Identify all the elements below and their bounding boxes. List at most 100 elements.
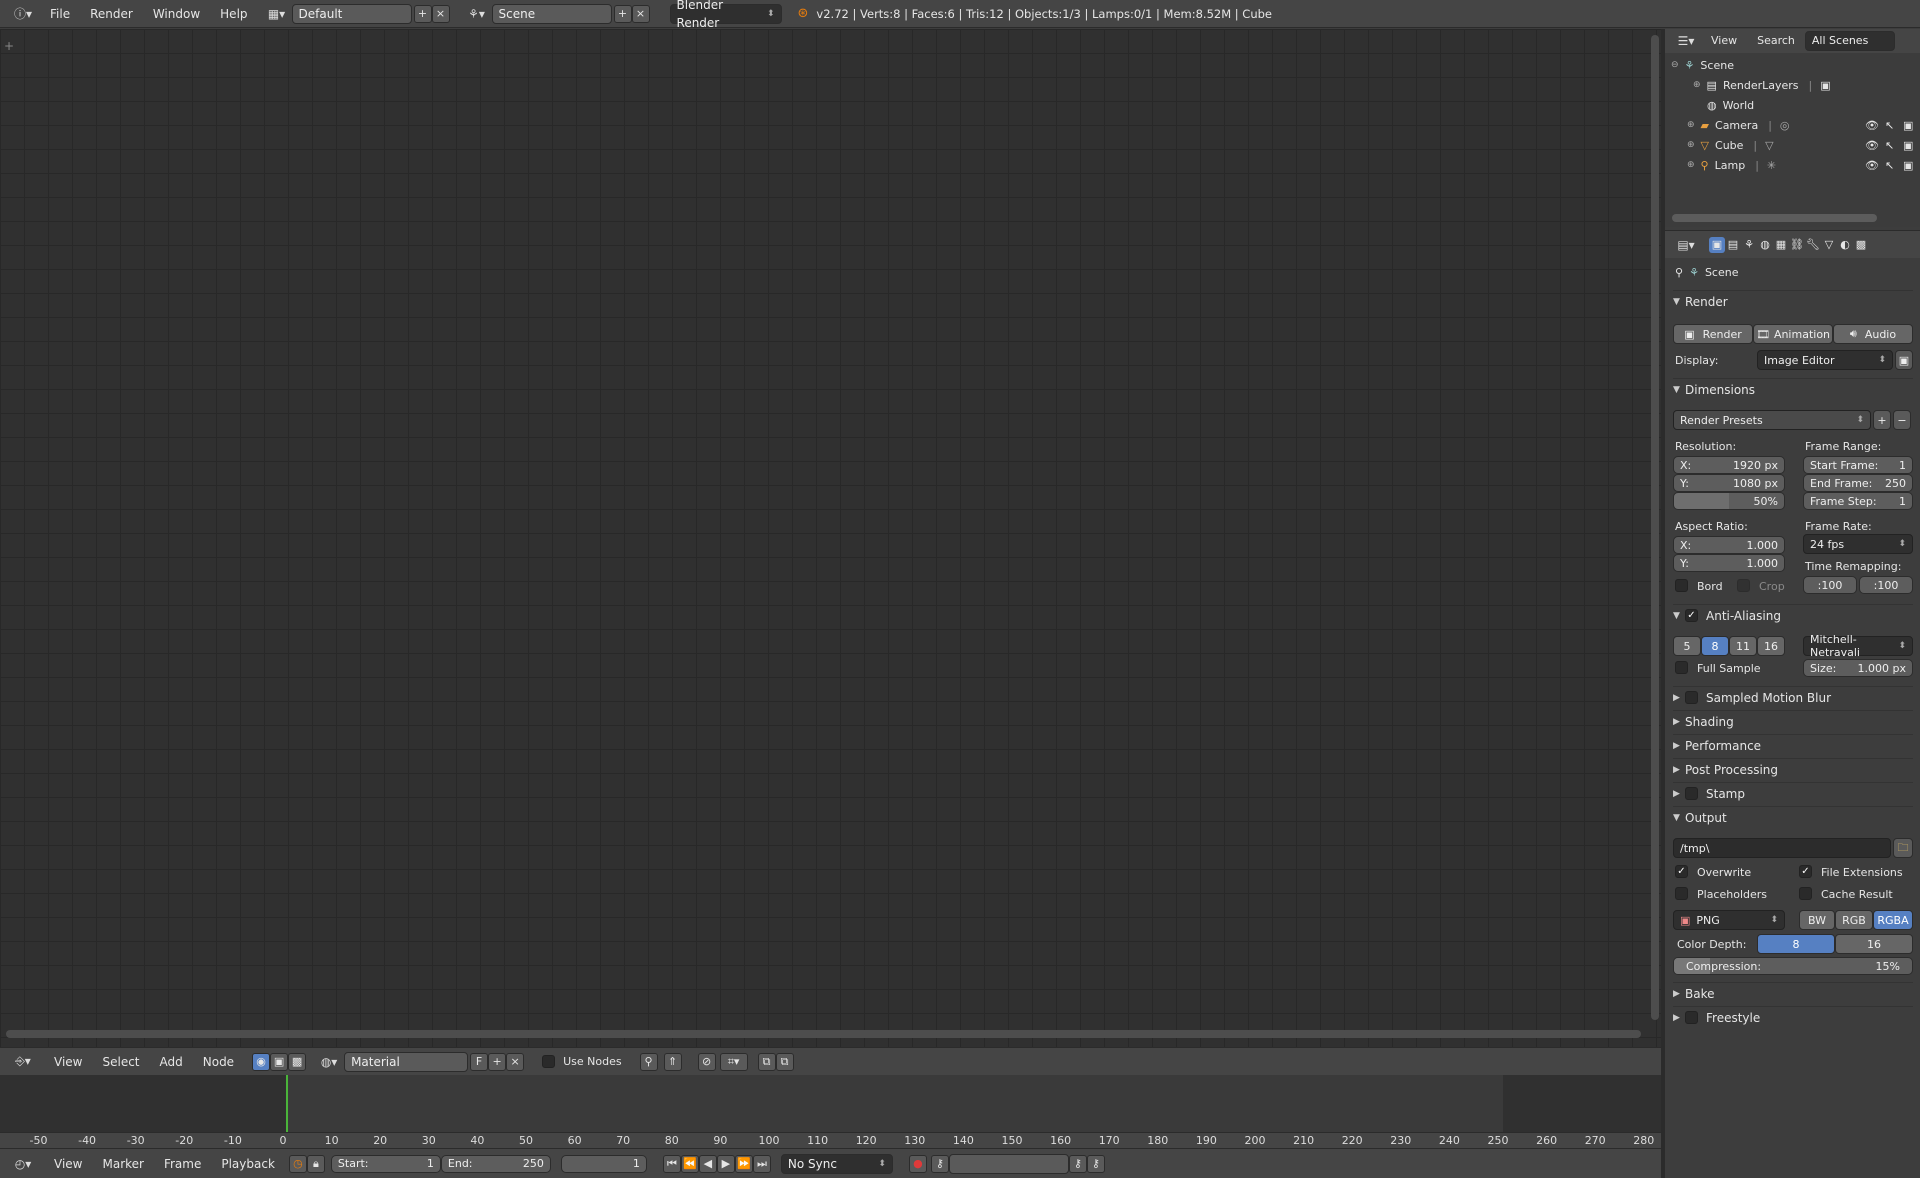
screen-layout-icon[interactable]: ▦▾ (262, 4, 292, 24)
render-engine-dropdown[interactable]: Blender Render ⬍ (669, 0, 782, 30)
remove-screen-icon[interactable]: × (431, 4, 450, 23)
panel-post-processing-title[interactable]: ▶ Post Processing (1673, 758, 1913, 780)
insert-keyframe-icon[interactable]: ⚷ (1068, 1154, 1087, 1173)
panel-shading-title[interactable]: ▶ Shading (1673, 710, 1913, 732)
texture-context-icon[interactable]: ▩ (1853, 237, 1869, 253)
selectable-cursor-icon[interactable]: ↖ (1885, 159, 1894, 172)
panel-anti-aliasing-title[interactable]: ▼ ✓ Anti-Aliasing (1673, 604, 1913, 626)
use-nodes-checkbox[interactable] (542, 1055, 556, 1068)
renderlayer-icon[interactable]: ▣ (1820, 79, 1830, 92)
timeline-ruler[interactable]: -50 -40 -30 -20 -10 0 10 20 30 40 50 60 70 80 90 100 110… (0, 1132, 1661, 1148)
remove-preset-icon[interactable]: − (1893, 410, 1911, 430)
play-icon[interactable]: ▶ (716, 1154, 735, 1173)
expand-icon[interactable]: ⊕ (1693, 80, 1701, 90)
color-mode-rgba-button[interactable]: RGBA (1873, 910, 1913, 930)
expand-icon[interactable]: ⊖ (1671, 60, 1679, 70)
outliner-horizontal-scrollbar[interactable] (1672, 214, 1877, 222)
outliner-row-renderlayers[interactable]: ⊕ ▤ RenderLayers | ▣ (1665, 75, 1920, 95)
visibility-eye-icon[interactable]: 👁︎ (1865, 139, 1879, 152)
preview-range-icon[interactable]: ◷ (288, 1154, 307, 1173)
outliner-row-scene[interactable]: ⊖ ⚘ Scene (1665, 55, 1920, 75)
add-material-icon[interactable]: + (488, 1052, 507, 1071)
paste-nodes-icon[interactable]: ⧉ (775, 1052, 794, 1071)
timeline-menu-playback[interactable]: Playback (211, 1150, 285, 1178)
render-button[interactable]: ▣ Render (1673, 324, 1753, 344)
outliner-row-camera[interactable]: ⊕ ▰ Camera | ◎ 👁︎ ↖ ▣ (1665, 115, 1920, 135)
info-editor-type-icon[interactable]: ⓘ▾ (6, 4, 40, 24)
node-menu-view[interactable]: View (44, 1048, 92, 1076)
texture-nodes-icon[interactable]: ▩ (288, 1052, 307, 1071)
aa-samples-8-button[interactable]: 8 (1701, 636, 1729, 656)
color-mode-bw-button[interactable]: BW (1799, 910, 1835, 930)
renderlayers-context-icon[interactable]: ▤ (1725, 237, 1741, 253)
node-menu-add[interactable]: Add (150, 1048, 193, 1076)
display-dropdown[interactable]: Image Editor ⬍ (1757, 350, 1893, 370)
fake-user-button[interactable]: F (470, 1052, 489, 1071)
selectable-cursor-icon[interactable]: ↖ (1885, 119, 1894, 132)
aa-filter-dropdown[interactable]: Mitchell-Netravali ⬍ (1803, 633, 1913, 659)
panel-sampled-motion-blur-title[interactable]: ▶ Sampled Motion Blur (1673, 686, 1913, 708)
placeholders-checkbox[interactable] (1675, 887, 1688, 900)
resolution-percentage-slider[interactable]: 50% (1673, 492, 1785, 510)
compositing-nodes-icon[interactable]: ▣ (270, 1052, 289, 1071)
pin-icon[interactable]: ⚲ (1675, 266, 1683, 279)
color-depth-8-button[interactable]: 8 (1757, 934, 1835, 954)
timeline-playhead[interactable] (286, 1075, 288, 1132)
properties-editor-type-icon[interactable]: ▤▾ (1671, 235, 1701, 255)
outliner-row-world[interactable]: ◍ World (1665, 95, 1920, 115)
aa-samples-5-button[interactable]: 5 (1673, 636, 1701, 656)
start-frame-field[interactable]: Start: 1 (330, 1154, 441, 1173)
menu-help[interactable]: Help (210, 0, 257, 28)
timeline-menu-marker[interactable]: Marker (92, 1150, 153, 1178)
scene-context-icon[interactable]: ⚘ (1741, 237, 1757, 253)
world-context-icon[interactable]: ◍ (1757, 237, 1773, 253)
panel-output-title[interactable]: ▼ Output (1673, 806, 1913, 828)
menu-render[interactable]: Render (80, 0, 143, 28)
output-path-input[interactable]: /tmp\ (1673, 838, 1891, 858)
material-browse-icon[interactable]: ◍▾ (314, 1052, 344, 1072)
jump-end-icon[interactable]: ⏭ (752, 1154, 771, 1173)
timeline-menu-frame[interactable]: Frame (154, 1150, 211, 1178)
overwrite-checkbox[interactable]: ✓ (1675, 865, 1688, 878)
visibility-eye-icon[interactable]: 👁︎ (1865, 119, 1879, 132)
file-format-dropdown[interactable]: ▣ PNG ⬍ (1673, 910, 1785, 930)
screen-layout-field[interactable]: Default (291, 3, 412, 24)
outliner-menu-view[interactable]: View (1701, 27, 1747, 55)
compression-slider[interactable]: Compression: 15% (1673, 957, 1913, 975)
menu-file[interactable]: File (40, 0, 80, 28)
object-context-icon[interactable]: ▦ (1773, 237, 1789, 253)
constraints-context-icon[interactable]: ⛓ (1789, 237, 1805, 253)
end-frame-field[interactable]: End Frame: 250 (1803, 474, 1913, 492)
modifiers-context-icon[interactable]: 🔧︎ (1805, 237, 1821, 253)
freestyle-checkbox[interactable] (1685, 1011, 1698, 1024)
go-parent-icon[interactable]: ⇑ (663, 1052, 682, 1071)
file-browser-icon[interactable]: 🗀︎ (1893, 838, 1913, 858)
panel-stamp-title[interactable]: ▶ Stamp (1673, 782, 1913, 804)
motion-blur-checkbox[interactable] (1685, 691, 1698, 704)
frame-rate-dropdown[interactable]: 24 fps ⬍ (1803, 534, 1913, 554)
end-frame-field[interactable]: End: 250 (440, 1154, 551, 1173)
menu-window[interactable]: Window (143, 0, 210, 28)
keying-set-field[interactable] (948, 1153, 1069, 1174)
outliner-row-lamp[interactable]: ⊕ ⚲ Lamp | ✳ 👁︎ ↖ ▣ (1665, 155, 1920, 175)
resolution-x-field[interactable]: X: 1920 px (1673, 456, 1785, 474)
start-frame-field[interactable]: Start Frame: 1 (1803, 456, 1913, 474)
frame-step-field[interactable]: Frame Step: 1 (1803, 492, 1913, 510)
node-editor-horizontal-scrollbar[interactable] (6, 1030, 1641, 1038)
record-icon[interactable]: ● (908, 1154, 927, 1173)
outliner-row-cube[interactable]: ⊕ ▽ Cube | ▽ 👁︎ ↖ ▣ (1665, 135, 1920, 155)
cache-result-checkbox[interactable] (1799, 887, 1812, 900)
border-checkbox[interactable] (1675, 579, 1688, 592)
renderable-camera-icon[interactable]: ▣ (1903, 139, 1913, 152)
anti-aliasing-checkbox[interactable]: ✓ (1685, 609, 1698, 622)
add-screen-icon[interactable]: + (413, 4, 432, 23)
lock-interface-icon[interactable]: ▣ (1895, 350, 1913, 370)
aa-samples-11-button[interactable]: 11 (1729, 636, 1757, 656)
current-frame-field[interactable]: 1 (560, 1154, 647, 1173)
filter-size-field[interactable]: Size: 1.000 px (1803, 659, 1913, 677)
remove-material-icon[interactable]: × (506, 1052, 525, 1071)
aa-samples-16-button[interactable]: 16 (1757, 636, 1785, 656)
shader-nodes-icon[interactable]: ◉ (252, 1052, 271, 1071)
renderable-camera-icon[interactable]: ▣ (1903, 159, 1913, 172)
outliner-display-mode-dropdown[interactable]: All Scenes (1804, 31, 1895, 51)
